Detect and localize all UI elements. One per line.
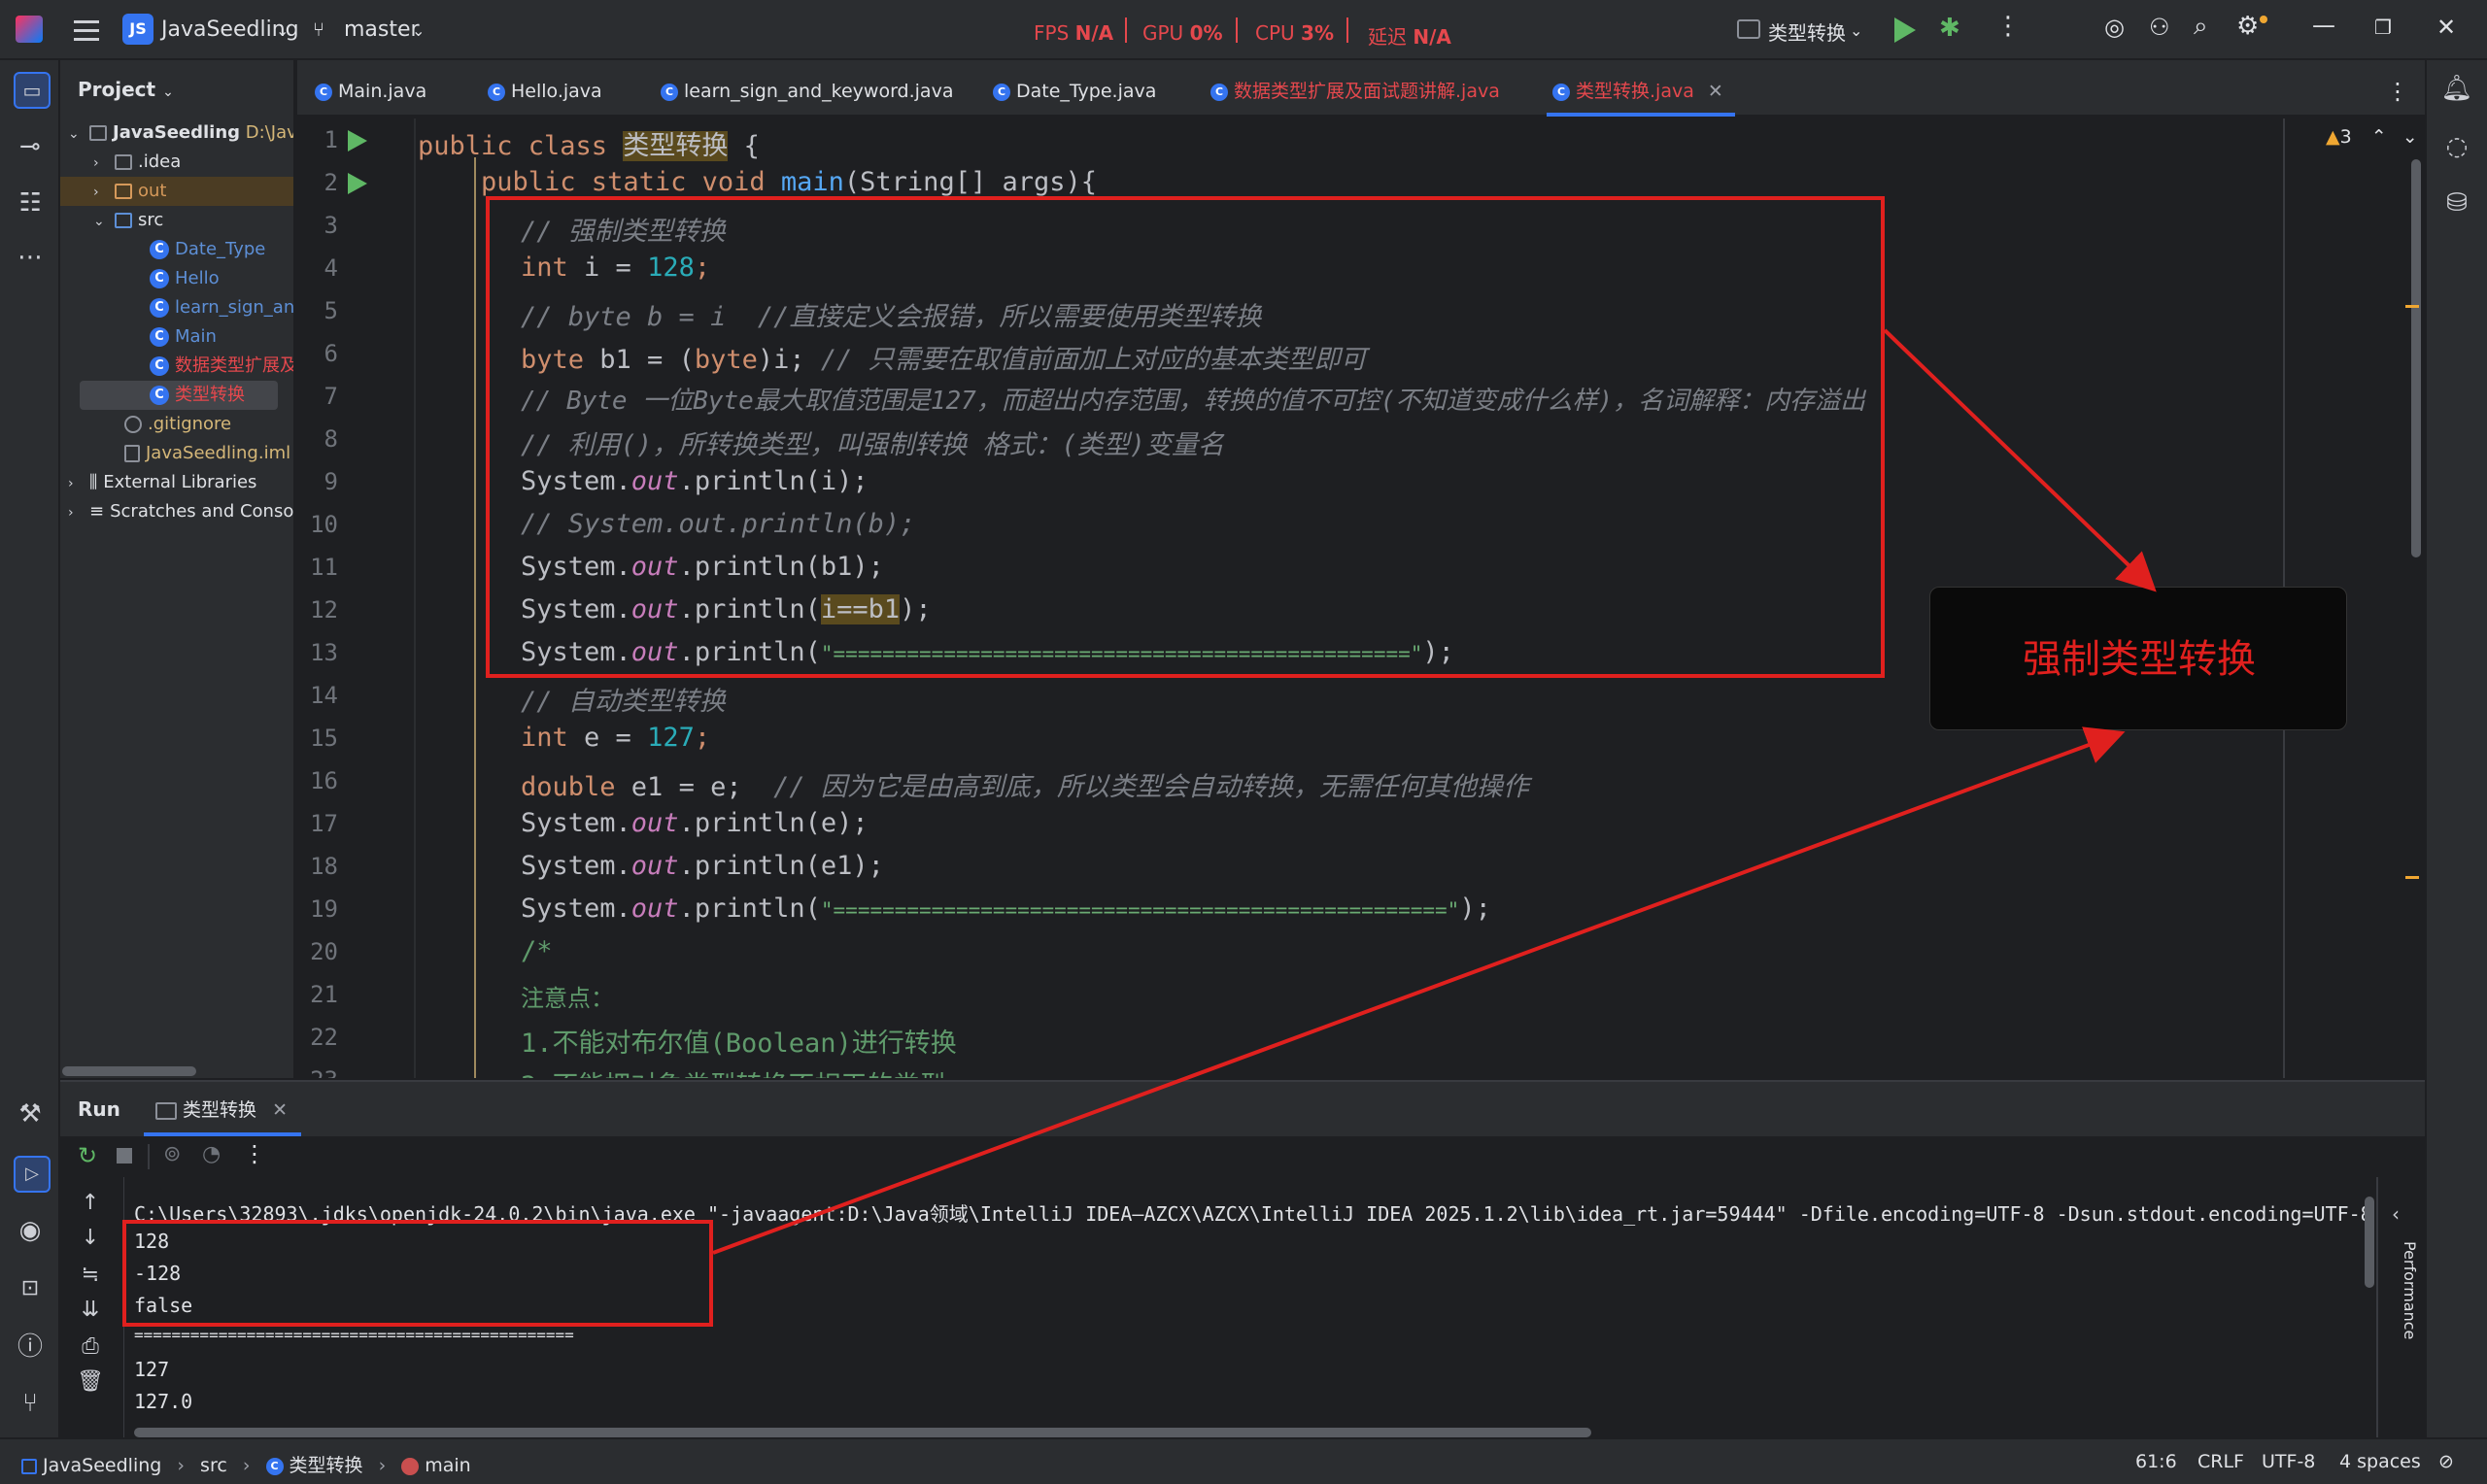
annotation-arrow xyxy=(1883,328,2157,592)
annotation-arrow xyxy=(712,726,2126,1255)
annotation-arrows xyxy=(712,328,2157,1255)
